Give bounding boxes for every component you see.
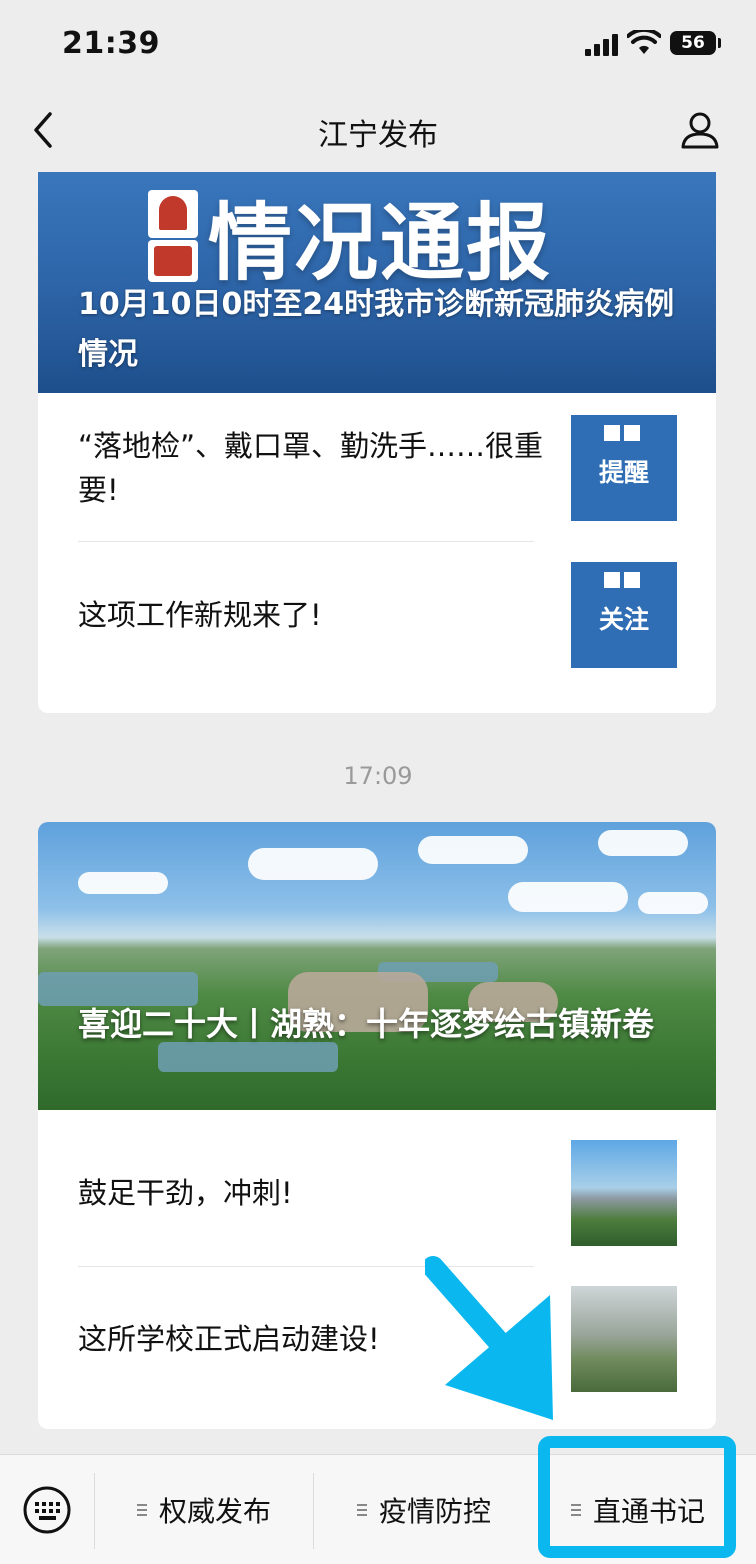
hero-article-title: 10月10日0时至24时我市诊断新冠肺炎病例情况 (78, 287, 675, 372)
keyboard-icon[interactable] (22, 1485, 72, 1535)
battery-level: 56 (670, 31, 716, 55)
signal-icon (585, 34, 618, 56)
list-item-title: 这项工作新规来了! (78, 598, 322, 632)
thumbnail-label: 提醒 (598, 458, 649, 487)
article-card: 喜迎二十大丨湖熟：十年逐梦绘古镇新卷 鼓足干劲，冲刺! 这所学校正式启动建设! (38, 822, 716, 1429)
battery-cap (718, 38, 721, 48)
menu-lines-icon (570, 1504, 581, 1516)
menu-item-label: 疫情防控 (378, 1495, 491, 1528)
bottom-menu-bar: 权威发布 疫情防控 直通书记 (0, 1454, 756, 1564)
list-item[interactable]: “落地检”、戴口罩、勤洗手……很重要! 提醒 (38, 395, 716, 541)
menu-item-label: 权威发布 (158, 1495, 271, 1528)
menu-item-label: 直通书记 (592, 1495, 705, 1528)
menu-lines-icon (136, 1504, 147, 1516)
brand-logo-small (604, 572, 644, 588)
list-item-thumbnail: 提醒 (571, 415, 677, 521)
menu-item-direct-secretary[interactable]: 直通书记 (548, 1455, 728, 1564)
article-card: 情况通报 10月10日0时至24时我市诊断新冠肺炎病例情况 “落地检”、戴口罩、… (38, 172, 716, 713)
message-list: 情况通报 10月10日0时至24时我市诊断新冠肺炎病例情况 “落地检”、戴口罩、… (0, 172, 756, 1454)
hero-article[interactable]: 喜迎二十大丨湖熟：十年逐梦绘古镇新卷 (38, 822, 716, 1110)
list-item-title: 这所学校正式启动建设! (78, 1322, 380, 1356)
hero-article-title: 喜迎二十大丨湖熟：十年逐梦绘古镇新卷 (78, 1005, 655, 1043)
status-time: 21:39 (62, 26, 160, 61)
list-item-title: 鼓足干劲，冲刺! (78, 1176, 293, 1210)
wifi-icon (627, 30, 661, 54)
hero-article[interactable]: 情况通报 10月10日0时至24时我市诊断新冠肺炎病例情况 (38, 172, 716, 393)
nav-bar: 江宁发布 (0, 88, 756, 172)
brand-logo (148, 190, 198, 282)
status-bar: 21:39 56 (0, 0, 756, 88)
list-item[interactable]: 鼓足干劲，冲刺! (38, 1120, 716, 1266)
list-item-thumbnail: 关注 (571, 562, 677, 668)
menu-item-epidemic-control[interactable]: 疫情防控 (314, 1455, 534, 1564)
profile-icon[interactable] (680, 110, 720, 150)
page-title: 江宁发布 (318, 118, 438, 153)
list-item-title: “落地检”、戴口罩、勤洗手……很重要! (78, 429, 544, 507)
thumbnail-label: 关注 (598, 605, 649, 634)
list-item-thumbnail (571, 1140, 677, 1246)
menu-lines-icon (356, 1504, 367, 1516)
menu-item-authoritative-release[interactable]: 权威发布 (95, 1455, 313, 1564)
brand-logo-small (604, 425, 644, 441)
list-item[interactable]: 这项工作新规来了! 关注 (38, 542, 716, 688)
list-item-thumbnail (571, 1286, 677, 1392)
list-item[interactable]: 这所学校正式启动建设! (38, 1266, 716, 1412)
hero-banner-title: 情况通报 (208, 194, 553, 292)
message-timestamp: 17:09 (343, 762, 413, 790)
